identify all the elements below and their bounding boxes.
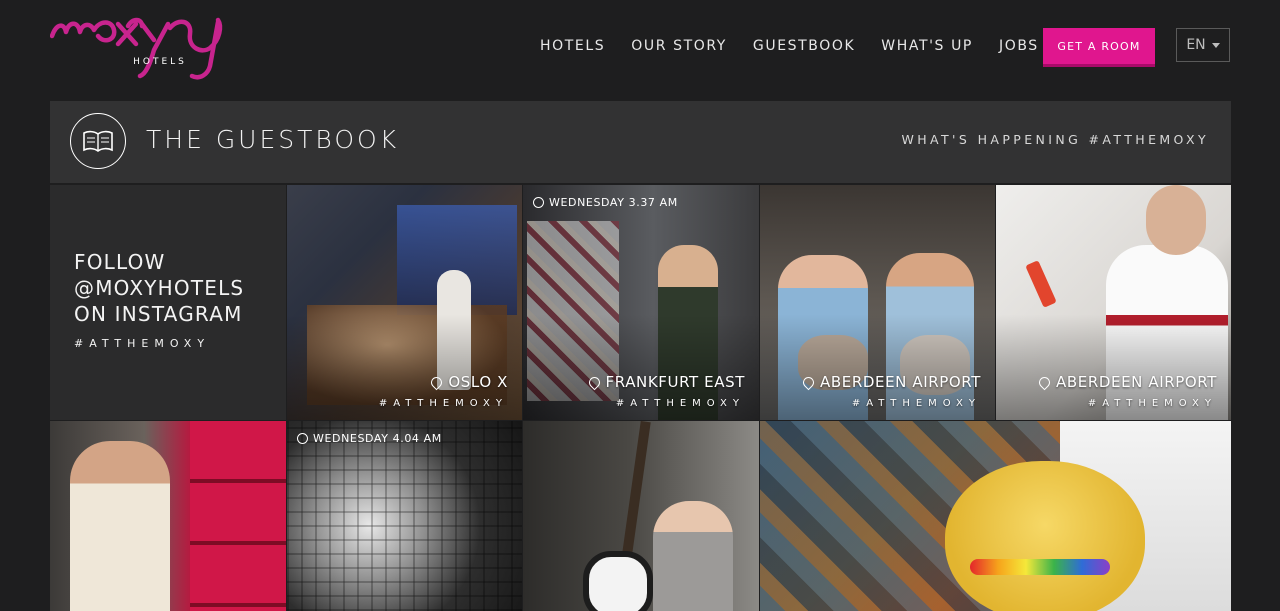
guitar-photo-icon	[523, 421, 759, 611]
nav-our-story[interactable]: OUR STORY	[631, 38, 727, 54]
post-tile[interactable]	[523, 421, 759, 611]
open-book-icon	[70, 113, 126, 169]
guestbook-bar: THE GUESTBOOK WHAT'S HAPPENING #ATTHEMOX…	[50, 101, 1231, 183]
guestbook-title: THE GUESTBOOK	[146, 125, 400, 154]
lockers-photo-icon	[50, 421, 286, 611]
post-tile[interactable]	[50, 421, 286, 611]
time-label: WEDNESDAY 3.37 AM	[549, 196, 678, 209]
location-label: ABERDEEN AIRPORT	[1056, 373, 1217, 391]
post-hashtag: #ATTHEMOXY	[615, 398, 745, 409]
clock-icon	[533, 197, 544, 208]
teddy-bear-photo-icon	[760, 421, 1231, 611]
post-location: ABERDEEN AIRPORT	[1036, 373, 1217, 391]
logo-subtitle: HOTELS	[133, 57, 187, 67]
chevron-down-icon	[1211, 42, 1220, 48]
follow-text: FOLLOW @MOXYHOTELS ON INSTAGRAM	[74, 249, 244, 327]
pin-icon	[800, 374, 817, 390]
post-hashtag: #ATTHEMOXY	[378, 398, 508, 409]
follow-line-2: @MOXYHOTELS	[74, 276, 245, 300]
post-tile[interactable]: WEDNESDAY 3.37 AM FRANKFURT EAST #ATTHEM…	[523, 185, 759, 420]
post-tile[interactable]	[760, 421, 1231, 611]
pin-icon	[1036, 374, 1053, 390]
disco-ball-photo-icon	[287, 421, 522, 611]
follow-line-3: ON INSTAGRAM	[74, 302, 243, 326]
nav-guestbook[interactable]: GUESTBOOK	[753, 38, 855, 54]
nav-whats-up[interactable]: WHAT'S UP	[881, 38, 973, 54]
post-tile[interactable]: WEDNESDAY 4.04 AM	[287, 421, 522, 611]
follow-hashtag: #ATTHEMOXY	[74, 337, 211, 350]
follow-line-1: FOLLOW	[74, 250, 166, 274]
post-location: FRANKFURT EAST	[586, 373, 745, 391]
nav-jobs[interactable]: JOBS	[999, 38, 1039, 54]
nav-hotels[interactable]: HOTELS	[540, 38, 605, 54]
moxy-logo[interactable]: HOTELS	[50, 14, 225, 84]
language-label: EN	[1186, 37, 1206, 53]
post-location: ABERDEEN AIRPORT	[800, 373, 981, 391]
post-hashtag: #ATTHEMOXY	[851, 398, 981, 409]
get-a-room-button[interactable]: GET A ROOM	[1043, 28, 1155, 64]
pin-icon	[586, 374, 602, 390]
post-location: OSLO X	[429, 373, 508, 391]
language-selector[interactable]: EN	[1176, 28, 1230, 62]
post-time: WEDNESDAY 4.04 AM	[297, 432, 442, 445]
location-label: OSLO X	[448, 373, 508, 391]
site-header: HOTELS HOTELS OUR STORY GUESTBOOK WHAT'S…	[0, 0, 1280, 100]
post-tile[interactable]: ABERDEEN AIRPORT #ATTHEMOXY	[760, 185, 995, 420]
follow-instagram-tile[interactable]: FOLLOW @MOXYHOTELS ON INSTAGRAM #ATTHEMO…	[50, 185, 286, 420]
post-time: WEDNESDAY 3.37 AM	[533, 196, 678, 209]
pin-icon	[429, 374, 445, 390]
clock-icon	[297, 433, 308, 444]
post-tile[interactable]: OSLO X #ATTHEMOXY	[287, 185, 522, 420]
moxy-logo-icon	[50, 17, 223, 80]
post-tile[interactable]: ABERDEEN AIRPORT #ATTHEMOXY	[996, 185, 1231, 420]
location-label: ABERDEEN AIRPORT	[820, 373, 981, 391]
main-nav: HOTELS OUR STORY GUESTBOOK WHAT'S UP JOB…	[540, 38, 1065, 54]
time-label: WEDNESDAY 4.04 AM	[313, 432, 442, 445]
post-hashtag: #ATTHEMOXY	[1087, 398, 1217, 409]
whats-happening-link[interactable]: WHAT'S HAPPENING #ATTHEMOXY	[901, 132, 1209, 147]
location-label: FRANKFURT EAST	[605, 373, 745, 391]
